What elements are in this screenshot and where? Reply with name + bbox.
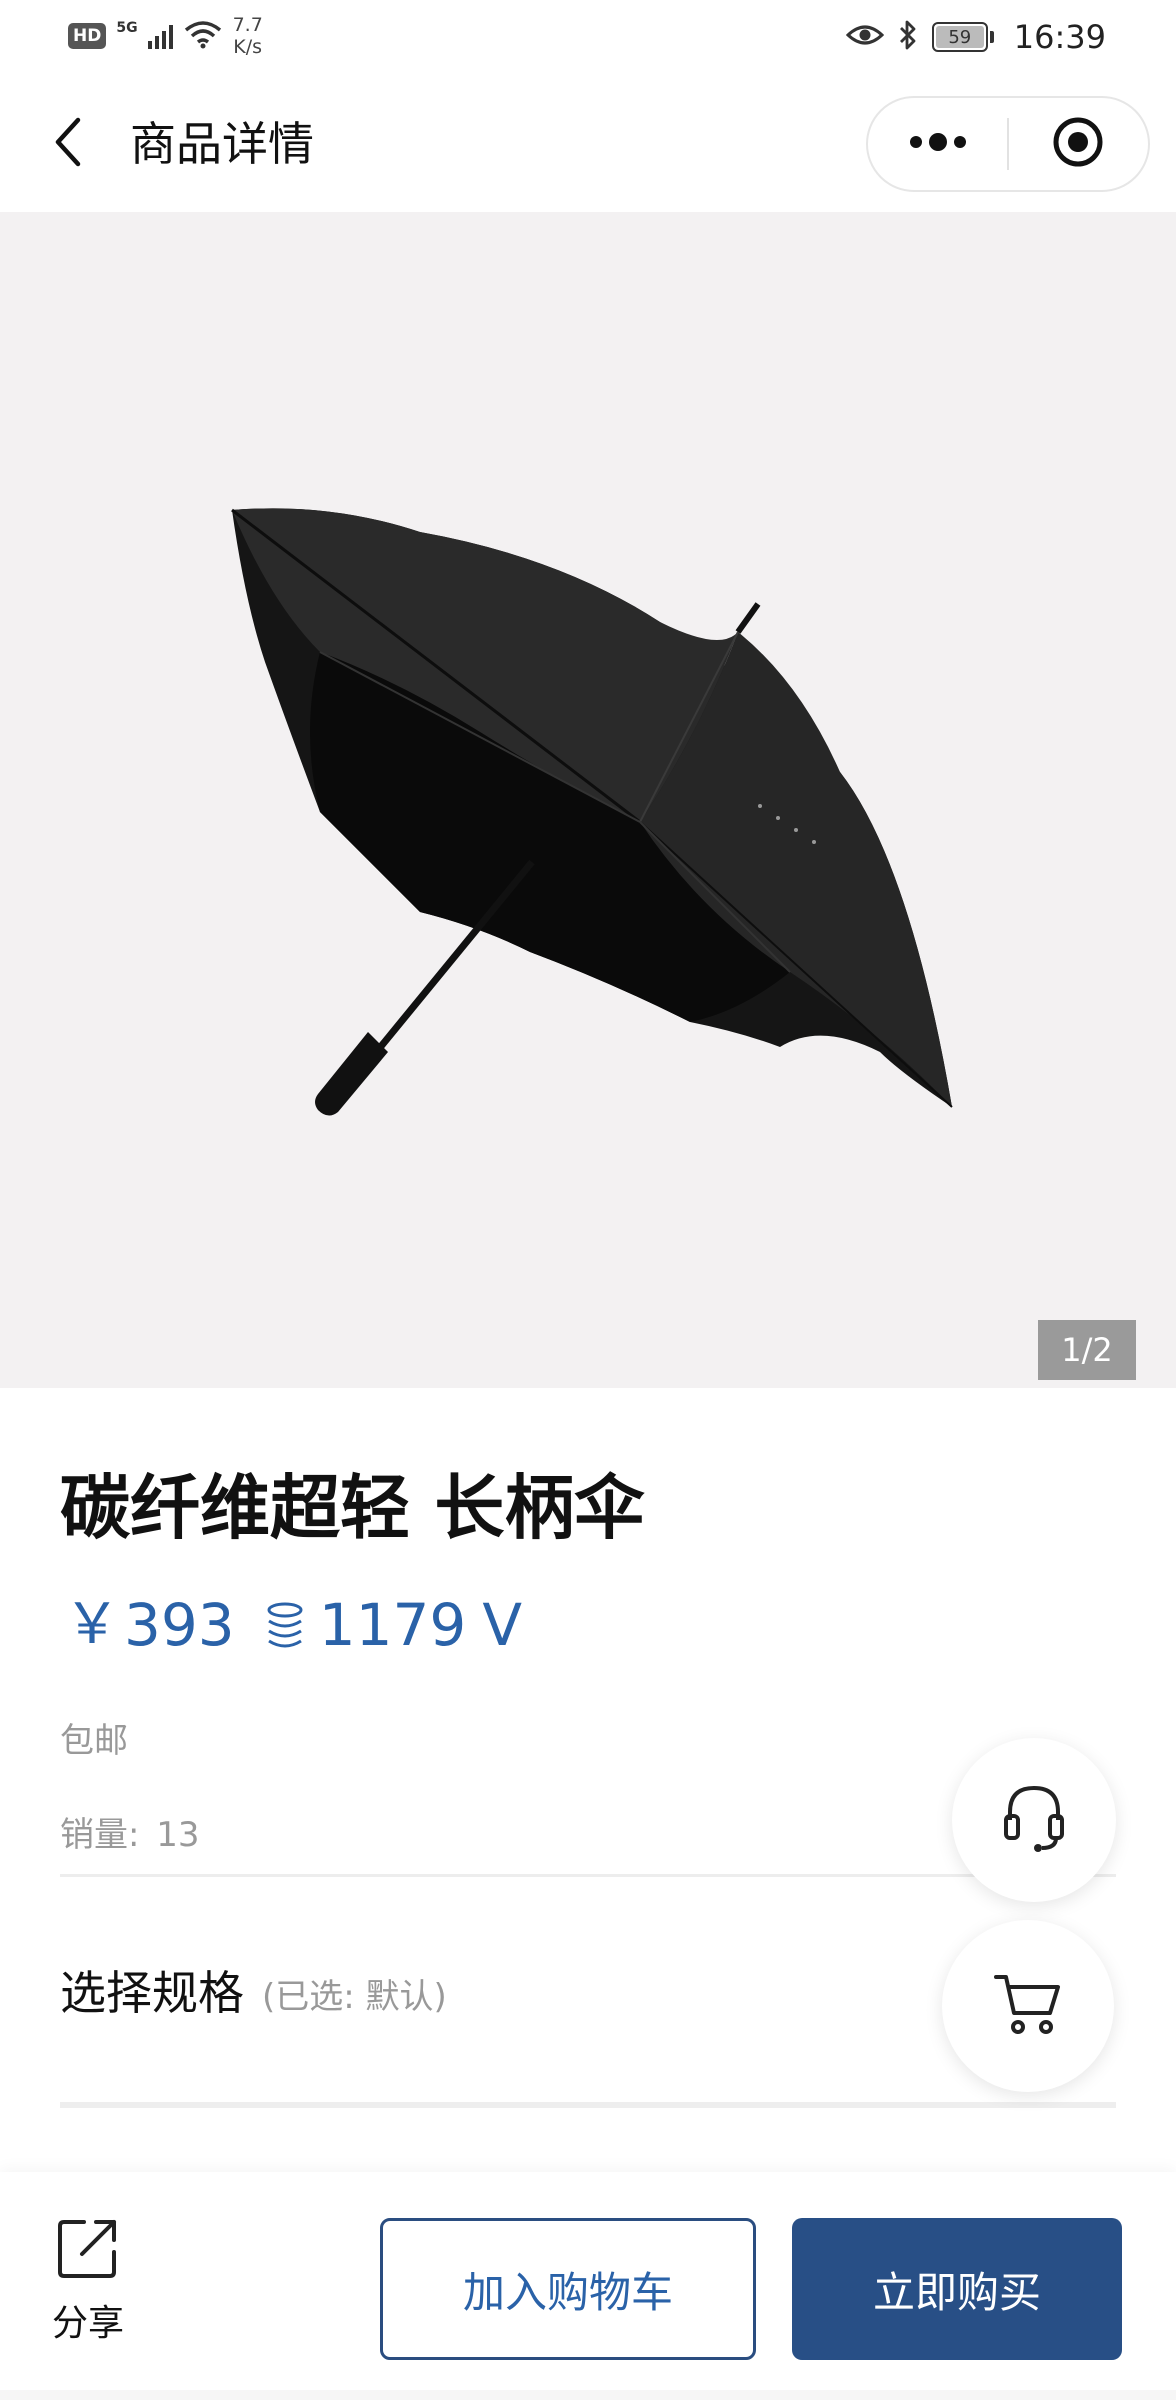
sales-label: 销量:	[60, 1815, 140, 1855]
buy-now-button[interactable]: 立即购买	[792, 2218, 1122, 2360]
back-button[interactable]	[40, 112, 96, 176]
hd-badge: HD	[68, 23, 107, 49]
close-miniprogram-icon	[1050, 114, 1106, 174]
bottom-action-bar: 分享 加入购物车 立即购买	[0, 2172, 1176, 2400]
share-icon	[56, 2216, 120, 2284]
eye-icon	[845, 23, 884, 51]
status-bar: HD 5G 7.7 K/s 59 16:39	[0, 0, 1176, 76]
share-button[interactable]: 分享	[52, 2216, 124, 2346]
product-image-carousel[interactable]	[0, 212, 1176, 1388]
spec-label: 选择规格	[60, 1966, 244, 2020]
battery-level: 59	[935, 26, 984, 48]
price-value: 393	[124, 1591, 235, 1659]
network-speed: 7.7 K/s	[233, 14, 263, 58]
shipping-info: 包邮	[60, 1721, 128, 1761]
miniprogram-capsule	[866, 96, 1150, 192]
headset-icon	[1002, 1782, 1066, 1858]
clock: 16:39	[1013, 18, 1106, 56]
umbrella-image	[231, 508, 953, 1116]
sales-value: 13	[156, 1815, 200, 1855]
back-icon	[50, 114, 86, 174]
more-icon	[908, 132, 968, 156]
battery-icon: 59	[931, 22, 994, 52]
cart-icon	[994, 1971, 1062, 2041]
price-currency: ￥	[64, 1592, 120, 1657]
status-right: 59 16:39	[845, 18, 1106, 56]
signal-icon	[147, 23, 173, 49]
status-left: HD 5G 7.7 K/s	[68, 14, 263, 58]
speed-unit: K/s	[233, 36, 263, 58]
bottom-edge	[0, 2390, 1176, 2400]
page-title: 商品详情	[130, 117, 314, 171]
wifi-icon	[183, 19, 223, 53]
image-counter: 1/2	[1038, 1320, 1136, 1380]
sales-count: 销量: 13	[60, 1810, 200, 1860]
share-label: 分享	[52, 2303, 125, 2344]
section-divider	[60, 2102, 1116, 2108]
product-title: 碳纤维超轻 长柄伞	[60, 1467, 645, 1549]
customer-service-button[interactable]	[952, 1738, 1116, 1902]
close-miniprogram-button[interactable]	[1009, 98, 1148, 190]
more-button[interactable]	[868, 98, 1007, 190]
price-row: ￥ 393 1179 V	[64, 1582, 522, 1668]
bluetooth-icon	[898, 19, 918, 55]
points-unit: V	[482, 1591, 523, 1659]
spec-selected: (已选: 默认)	[262, 1976, 447, 2017]
cart-float-button[interactable]	[942, 1920, 1114, 2092]
select-spec-row[interactable]: 选择规格 (已选: 默认)	[60, 1900, 940, 2080]
network-type: 5G	[116, 20, 138, 36]
points-value: 1179	[318, 1591, 467, 1659]
nav-bar: 商品详情	[0, 76, 1176, 212]
add-to-cart-button[interactable]: 加入购物车	[380, 2218, 756, 2360]
divider	[60, 1874, 1116, 1877]
coin-icon	[263, 1601, 307, 1649]
speed-value: 7.7	[232, 14, 263, 36]
